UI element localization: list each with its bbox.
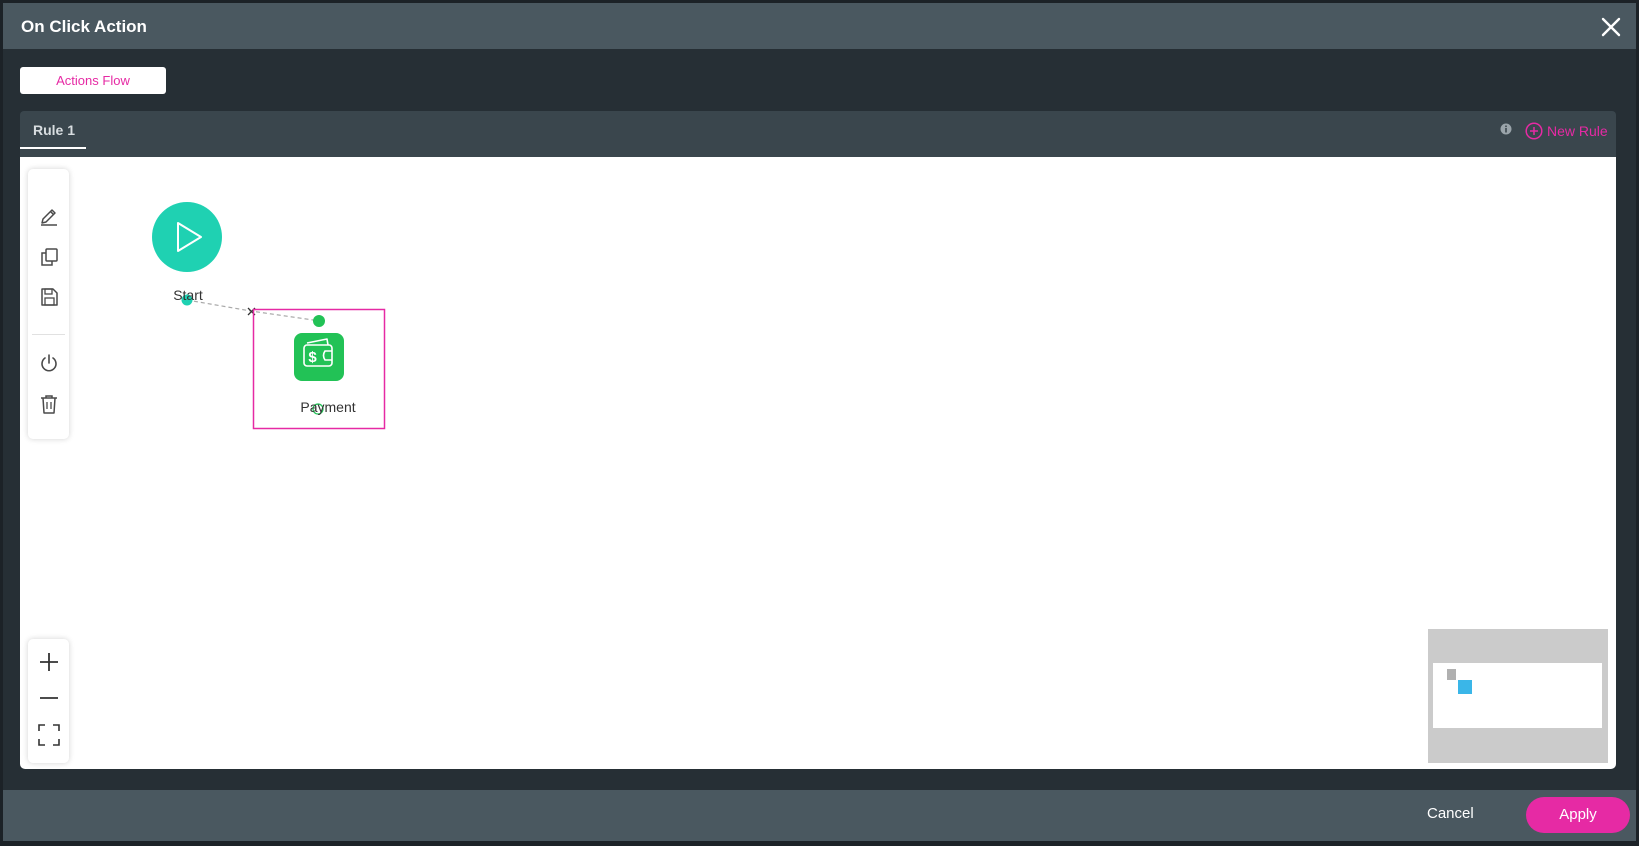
zoom-out-icon	[40, 697, 58, 699]
dialog-header: On Click Action	[3, 3, 1636, 49]
canvas-toolbar	[28, 169, 69, 439]
fit-screen-button[interactable]	[38, 724, 60, 746]
start-node-circle	[152, 202, 222, 272]
close-button[interactable]	[1600, 16, 1622, 38]
zoom-controls	[28, 639, 69, 763]
save-icon	[41, 288, 58, 306]
info-icon[interactable]	[1500, 123, 1512, 135]
minimap-start-node	[1447, 669, 1456, 680]
power-button[interactable]	[38, 352, 60, 374]
delete-button[interactable]	[38, 393, 60, 415]
minimap-viewport[interactable]	[1433, 663, 1602, 728]
start-node-label: Start	[173, 287, 203, 303]
minimap[interactable]	[1428, 629, 1608, 763]
copy-button[interactable]	[38, 246, 60, 268]
rule-tabs-bar: Rule 1 New Rule	[20, 111, 1616, 157]
dialog-footer: Cancel Apply	[3, 790, 1636, 841]
svg-text:$: $	[308, 349, 317, 366]
add-circle-icon	[1525, 122, 1543, 140]
start-node[interactable]	[152, 202, 222, 272]
zoom-out-button[interactable]	[38, 687, 60, 709]
payment-input-port[interactable]	[313, 315, 325, 327]
edit-button[interactable]	[38, 205, 60, 227]
payment-node-label: Payment	[300, 399, 356, 415]
zoom-in-button[interactable]	[38, 651, 60, 673]
tab-actions-flow[interactable]: Actions Flow	[20, 67, 166, 94]
zoom-in-icon	[40, 653, 58, 671]
new-rule-button[interactable]: New Rule	[1525, 121, 1608, 141]
flow-canvas[interactable]: $ Start Payment	[20, 157, 1616, 769]
fit-screen-icon	[38, 724, 60, 746]
on-click-action-dialog: On Click Action Actions Flow Rule 1 New …	[3, 3, 1636, 841]
toolbar-divider	[32, 334, 65, 335]
flow-graph: $	[152, 202, 386, 430]
save-button[interactable]	[38, 286, 60, 308]
cancel-button[interactable]: Cancel	[1427, 805, 1474, 822]
apply-button[interactable]: Apply	[1526, 797, 1630, 833]
copy-icon	[41, 248, 58, 266]
power-icon	[41, 354, 57, 372]
trash-icon	[41, 395, 57, 414]
dialog-title: On Click Action	[21, 17, 147, 36]
payment-node[interactable]: $	[294, 333, 344, 381]
new-rule-label: New Rule	[1547, 123, 1608, 139]
close-icon	[1601, 17, 1621, 37]
pencil-icon	[41, 209, 57, 226]
tab-rule-1[interactable]: Rule 1	[20, 111, 86, 149]
minimap-payment-node	[1458, 680, 1472, 694]
